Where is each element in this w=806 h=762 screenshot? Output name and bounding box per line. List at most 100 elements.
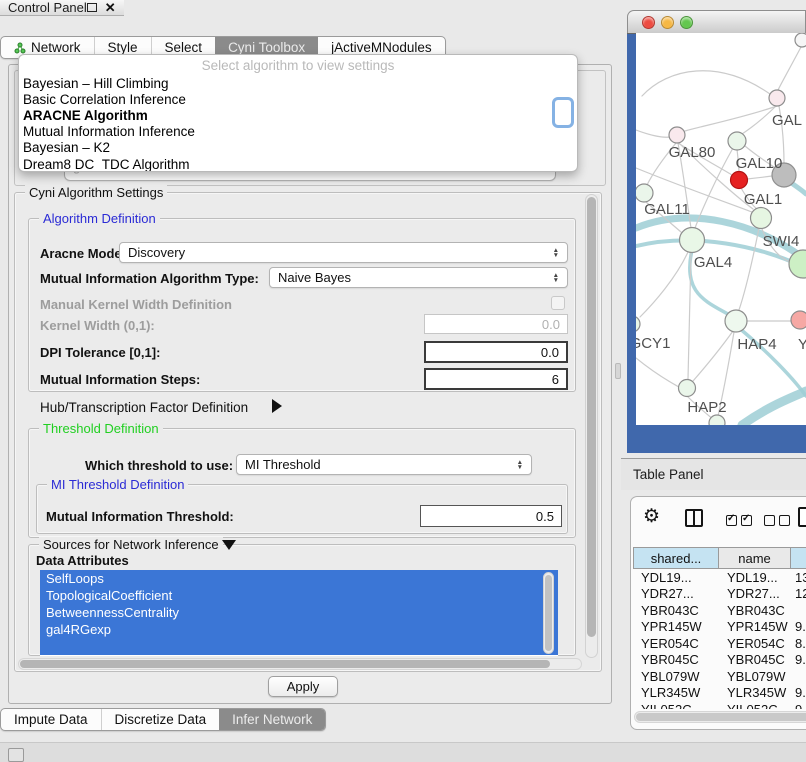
graph-node[interactable] (636, 184, 653, 202)
graph-node[interactable] (751, 208, 772, 229)
zoom-traffic-light[interactable] (680, 16, 693, 29)
scrollbar-thumb[interactable] (20, 660, 550, 668)
table-cell[interactable]: YIL052C (719, 701, 791, 709)
table-cell[interactable]: 13 (791, 569, 806, 586)
inference-combo-focus-fragment[interactable] (552, 97, 574, 128)
settings-horizontal-scrollbar[interactable] (18, 658, 582, 670)
table-cell[interactable]: YLR345W (719, 685, 791, 702)
table-row[interactable]: YBL079WYBL079W (633, 668, 806, 685)
table-row[interactable]: YIL052CYIL052C9. (633, 701, 806, 709)
data-attributes-list[interactable]: SelfLoops TopologicalCoefficient Between… (40, 570, 558, 656)
graph-node[interactable] (789, 250, 806, 278)
table-cell[interactable]: YLR345W (633, 685, 719, 702)
table-cell[interactable]: YPR145W (719, 619, 791, 636)
scrollbar-thumb[interactable] (587, 197, 596, 637)
table-cell[interactable]: YER054C (719, 635, 791, 652)
mi-steps-field[interactable]: 6 (424, 368, 568, 390)
graph-node[interactable] (731, 172, 748, 189)
table-panel-header[interactable]: Table Panel (621, 458, 806, 490)
dropdown-item-selected[interactable]: ARACNE Algorithm (19, 107, 577, 123)
kernel-width-field[interactable]: 0.0 (424, 314, 568, 334)
graph-node[interactable] (680, 228, 705, 253)
document-icon[interactable] (798, 507, 806, 527)
list-item[interactable]: gal4RGexp (40, 621, 558, 638)
graph-edge[interactable] (640, 252, 688, 317)
table-cell[interactable] (791, 602, 806, 619)
table-cell[interactable]: 12 (791, 586, 806, 603)
table-row[interactable]: YDR27...YDR27...12 (633, 586, 806, 603)
dropdown-item[interactable]: Bayesian – K2 (19, 140, 577, 156)
table-cell[interactable]: 9. (791, 619, 806, 636)
manual-kernel-width-checkbox[interactable] (551, 296, 565, 310)
graph-node[interactable] (795, 33, 806, 47)
mi-threshold-field[interactable]: 0.5 (420, 505, 562, 527)
graph-edge[interactable] (778, 47, 801, 90)
collapse-down-icon[interactable] (222, 540, 236, 550)
float-window-icon[interactable] (87, 3, 97, 12)
column-view-icon[interactable] (685, 509, 703, 527)
table-cell[interactable]: YDL19... (633, 569, 719, 586)
table-cell[interactable]: YER054C (633, 635, 719, 652)
graph-node[interactable] (636, 316, 640, 332)
table-cell[interactable]: YBR045C (633, 652, 719, 669)
unchecked-filter-icons[interactable] (764, 514, 794, 529)
table-cell[interactable]: 8. (791, 635, 806, 652)
table-cell[interactable]: YBR045C (719, 652, 791, 669)
close-icon[interactable]: ✕ (105, 1, 116, 14)
table-row[interactable]: YBR045CYBR045C9. (633, 652, 806, 669)
dropdown-item[interactable]: Dream8 DC_TDC Algorithm (19, 156, 577, 172)
panel-splitter-handle[interactable] (615, 363, 621, 379)
table-cell[interactable]: YBR043C (719, 602, 791, 619)
minimize-traffic-light[interactable] (661, 16, 674, 29)
table-row[interactable]: YLR345WYLR345W9. (633, 685, 806, 702)
scrollbar-thumb[interactable] (545, 575, 552, 651)
checked-filter-icons[interactable] (726, 514, 756, 529)
graph-edge[interactable] (742, 391, 806, 425)
table-row[interactable]: YER054CYER054C8. (633, 635, 806, 652)
gear-icon[interactable]: ⚙ (643, 505, 660, 528)
table-cell[interactable]: YPR145W (633, 619, 719, 636)
dropdown-item[interactable]: Bayesian – Hill Climbing (19, 75, 577, 91)
close-traffic-light[interactable] (642, 16, 655, 29)
table-cell[interactable]: 9. (791, 701, 806, 709)
tab-impute-data[interactable]: Impute Data (1, 709, 101, 730)
apply-button[interactable]: Apply (268, 676, 338, 697)
which-threshold-combobox[interactable]: MI Threshold (236, 454, 532, 475)
graph-node[interactable] (728, 132, 746, 150)
table-horizontal-scrollbar[interactable] (634, 711, 806, 723)
table-cell[interactable]: YBL079W (719, 668, 791, 685)
mi-algorithm-type-combobox[interactable]: Naive Bayes (269, 267, 568, 288)
column-header[interactable]: shared... (633, 547, 719, 569)
graph-node[interactable] (769, 90, 785, 106)
dropdown-item[interactable]: Basic Correlation Inference (19, 91, 577, 107)
graph-node[interactable] (725, 310, 747, 332)
group-title[interactable]: Sources for Network Inference (39, 537, 223, 552)
graph-edge[interactable] (747, 176, 772, 179)
collapsed-panel-chip[interactable] (8, 748, 24, 762)
table-cell[interactable] (791, 668, 806, 685)
list-item[interactable] (40, 638, 558, 655)
network-window-titlebar[interactable] (627, 10, 806, 33)
tab-discretize-data[interactable]: Discretize Data (101, 709, 220, 730)
graph-node[interactable] (669, 127, 685, 143)
table-cell[interactable]: YDL19... (719, 569, 791, 586)
graph-edge[interactable] (739, 228, 759, 310)
table-row[interactable]: YBR043CYBR043C (633, 602, 806, 619)
scrollbar-thumb[interactable] (636, 713, 806, 721)
attributes-list-scrollbar[interactable] (543, 572, 554, 654)
column-header[interactable]: name (719, 547, 791, 569)
graph-edge[interactable] (636, 358, 679, 387)
control-panel-titlebar[interactable]: Control Panel ✕ (0, 0, 124, 16)
aracne-mode-combobox[interactable]: Discovery (119, 242, 568, 263)
settings-vertical-scrollbar[interactable] (585, 194, 598, 658)
table-row[interactable]: YPR145WYPR145W9. (633, 619, 806, 636)
expand-right-icon[interactable] (272, 399, 282, 413)
graph-node[interactable] (791, 311, 806, 329)
list-item[interactable]: BetweennessCentrality (40, 604, 558, 621)
tab-infer-network[interactable]: Infer Network (219, 709, 325, 730)
table-cell[interactable]: 9. (791, 685, 806, 702)
table-cell[interactable]: YDR27... (719, 586, 791, 603)
list-item[interactable]: SelfLoops (40, 570, 558, 587)
table-cell[interactable]: YDR27... (633, 586, 719, 603)
dpi-tolerance-field[interactable]: 0.0 (424, 341, 568, 363)
